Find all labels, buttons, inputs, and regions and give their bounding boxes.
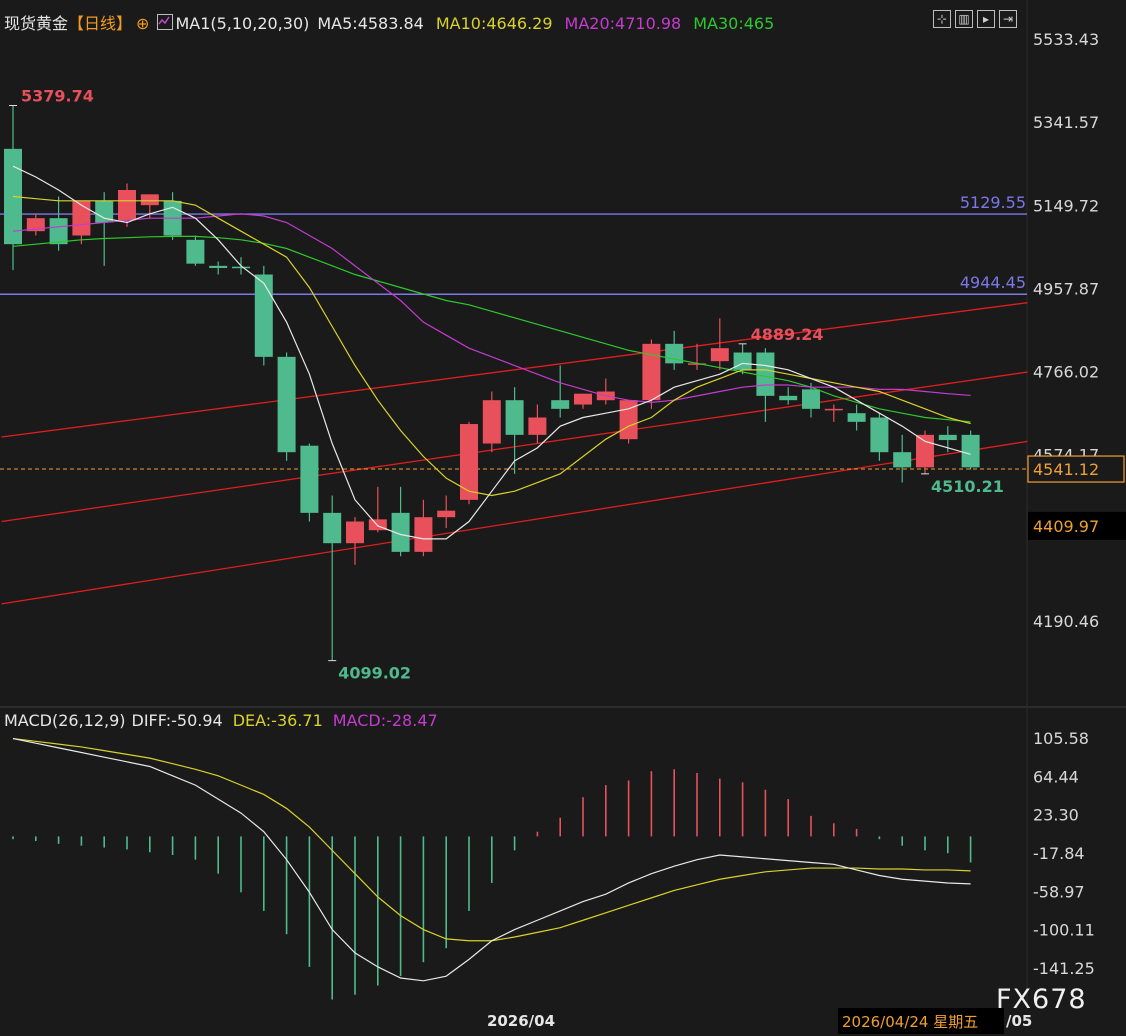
- chart-toolbar: ⊹ ▥ ▸ ⇥: [933, 10, 1017, 28]
- price-tick-label: 4190.46: [1033, 612, 1099, 631]
- candle: [300, 445, 319, 513]
- candle: [528, 417, 547, 435]
- candle: [870, 417, 889, 453]
- macd-legend: MACD(26,12,9) DIFF:-50.94 DEA:-36.71 MACD:-…: [4, 711, 444, 730]
- candle: [209, 265, 228, 269]
- candle: [802, 389, 820, 409]
- ma30-value: MA30:465: [693, 14, 775, 33]
- candle: [733, 352, 752, 370]
- candle: [847, 413, 866, 422]
- period-label[interactable]: 【日线】: [68, 14, 132, 33]
- price-tick-label: 5533.43: [1033, 30, 1099, 49]
- candle: [437, 510, 456, 518]
- macd-tick-label: 105.58: [1033, 729, 1089, 748]
- macd-tick-label: 23.30: [1033, 806, 1079, 825]
- crosshair-price-label: 4409.97: [1033, 517, 1099, 536]
- candle: [49, 218, 68, 245]
- candle: [232, 266, 250, 269]
- macd-title[interactable]: MACD(26,12,9): [4, 711, 126, 730]
- macd-tick-label: -100.11: [1033, 921, 1095, 940]
- diff-value: DIFF:-50.94: [131, 711, 223, 730]
- indicator-icon[interactable]: [157, 14, 174, 30]
- candle: [140, 194, 159, 206]
- month-label: 2026/04: [487, 1012, 555, 1030]
- ma10-value: MA10:4646.29: [435, 14, 553, 33]
- dea-value: DEA:-36.71: [232, 711, 323, 730]
- candle: [482, 400, 501, 444]
- play-icon[interactable]: ▸: [977, 10, 995, 28]
- candle: [824, 408, 843, 411]
- candle: [756, 352, 775, 396]
- ref-line-label: 5129.55: [960, 193, 1026, 212]
- ma20-value: MA20:4710.98: [564, 14, 682, 33]
- high-label: 4889.24: [751, 325, 824, 344]
- macd-tick-label: 64.44: [1033, 767, 1079, 786]
- ma-settings-label[interactable]: MA1(5,10,20,30): [175, 14, 309, 33]
- candle: [710, 348, 729, 362]
- candle: [893, 452, 912, 468]
- candle: [574, 393, 592, 405]
- candle: [186, 239, 205, 264]
- candle: [277, 356, 296, 453]
- candle: [346, 521, 364, 544]
- candle: [551, 400, 570, 409]
- window-icon[interactable]: ▥: [955, 10, 973, 28]
- macd-tick-label: -141.25: [1033, 959, 1095, 978]
- candle: [505, 400, 524, 435]
- price-tick-label: 4766.02: [1033, 363, 1099, 382]
- candle: [938, 434, 957, 441]
- macd-value: MACD:-28.47: [332, 711, 438, 730]
- candle: [779, 395, 798, 401]
- chart-canvas[interactable]: 5129.55 4944.45 5379.74 4889.24 4099.02 4510.…: [0, 0, 1126, 1036]
- fx678-watermark: FX678: [996, 984, 1087, 1015]
- candle: [642, 343, 661, 401]
- candle: [414, 517, 433, 552]
- candle: [460, 424, 478, 500]
- candle: [72, 200, 91, 236]
- candle: [323, 512, 342, 544]
- low-label: 4510.21: [931, 477, 1004, 496]
- crosshair-icon[interactable]: ⊹: [933, 10, 951, 28]
- price-tick-label: 5149.72: [1033, 196, 1099, 215]
- candle: [118, 189, 136, 221]
- low-label: 4099.02: [338, 664, 411, 683]
- candle: [916, 434, 934, 468]
- macd-tick-label: -58.97: [1033, 882, 1085, 901]
- ma5-value: MA5:4583.84: [317, 14, 424, 33]
- macd-tick-label: -17.84: [1033, 844, 1085, 863]
- chart-legend: 现货黄金【日线】 ⊕ MA1(5,10,20,30) MA5:4583.84 MA10:…: [4, 10, 778, 34]
- date-label: 2026/04/24 星期五: [842, 1013, 978, 1031]
- price-tick-label: 5341.57: [1033, 113, 1099, 132]
- candle: [961, 434, 980, 468]
- current-price-label: 4541.12: [1033, 460, 1099, 479]
- ref-line-label: 4944.45: [960, 273, 1026, 292]
- add-icon[interactable]: ⊕: [136, 14, 149, 33]
- candle: [254, 274, 273, 357]
- price-tick-label: 4957.87: [1033, 279, 1099, 298]
- high-label: 5379.74: [21, 86, 94, 105]
- instrument-title: 现货黄金: [4, 14, 69, 33]
- exit-icon[interactable]: ⇥: [999, 10, 1017, 28]
